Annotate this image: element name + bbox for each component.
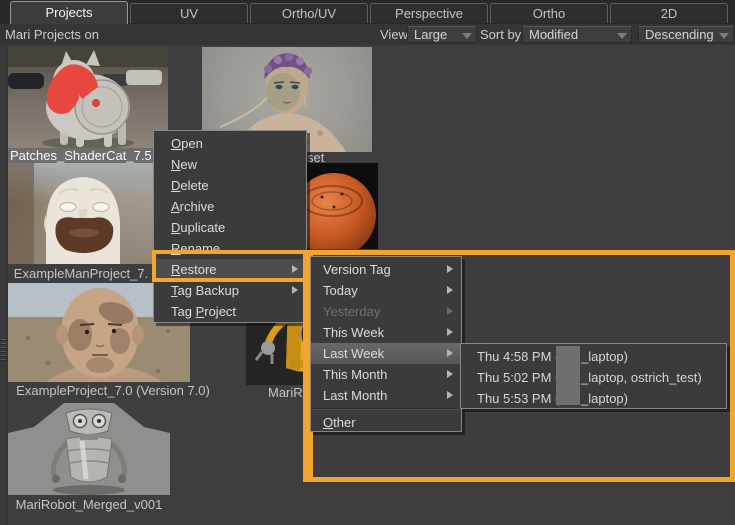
- menu-item-new[interactable]: New: [154, 154, 306, 175]
- tab-perspective[interactable]: Perspective: [370, 3, 488, 23]
- project-context-menu: Open New Delete Archive Duplicate Rename…: [153, 130, 307, 323]
- mari-projects-window: Projects UV Ortho/UV Perspective Ortho 2…: [0, 0, 735, 525]
- chevron-down-icon: [719, 33, 729, 39]
- submenu-arrow-icon: [447, 265, 453, 273]
- sort-by-label: Sort by: [480, 27, 521, 42]
- submenu-arrow-icon: [447, 328, 453, 336]
- submenu-item-last-month[interactable]: Last Month: [311, 385, 461, 406]
- submenu-item-last-week[interactable]: Last Week: [311, 343, 461, 364]
- restore-submenu: Version Tag Today Yesterday This Week La…: [310, 256, 462, 432]
- submenu-arrow-icon: [447, 349, 453, 357]
- backup-item-2[interactable]: Thu 5:02 PM (a_laptop, ostrich_test): [461, 367, 726, 388]
- menu-item-delete[interactable]: Delete: [154, 175, 306, 196]
- project-thumbnail-exampleman[interactable]: [8, 163, 154, 264]
- project-thumbnail-marirobot-merged[interactable]: [8, 403, 170, 495]
- menu-item-tag-project[interactable]: Tag Project: [154, 301, 306, 322]
- tab-bar: Projects UV Ortho/UV Perspective Ortho 2…: [0, 0, 735, 25]
- project-label-exampleman: ExampleManProject_7.: [8, 266, 154, 281]
- submenu-arrow-icon: [447, 370, 453, 378]
- sort-by-select[interactable]: Modified: [522, 26, 632, 43]
- silver-robot-illustration: [8, 403, 170, 495]
- menu-item-tag-backup[interactable]: Tag Backup: [154, 280, 306, 301]
- chevron-down-icon: [617, 33, 627, 39]
- submenu-arrow-icon: [447, 307, 453, 315]
- submenu-arrow-icon: [447, 391, 453, 399]
- menu-item-archive[interactable]: Archive: [154, 196, 306, 217]
- project-thumbnail-shadercat[interactable]: [8, 47, 168, 149]
- submenu-item-other[interactable]: Other: [311, 412, 461, 433]
- submenu-item-today[interactable]: Today: [311, 280, 461, 301]
- submenu-item-yesterday[interactable]: Yesterday: [311, 301, 461, 322]
- view-label: View: [380, 27, 408, 42]
- redaction-box: [556, 346, 580, 405]
- sort-order-select[interactable]: Descending: [638, 26, 734, 43]
- submenu-item-this-week[interactable]: This Week: [311, 322, 461, 343]
- menu-item-duplicate[interactable]: Duplicate: [154, 217, 306, 238]
- menu-item-open[interactable]: Open: [154, 133, 306, 154]
- backup-item-3[interactable]: Thu 5:53 PM (a_laptop): [461, 388, 726, 409]
- menu-separator: [312, 408, 460, 410]
- projects-toolbar: Mari Projects on View Large Sort by Modi…: [0, 24, 735, 45]
- tab-ortho[interactable]: Ortho: [490, 3, 608, 23]
- panel-splitter[interactable]: [0, 45, 8, 525]
- tab-2d[interactable]: 2D: [610, 3, 728, 23]
- chevron-down-icon: [462, 33, 472, 39]
- shadercat-illustration: [8, 47, 168, 149]
- submenu-item-version-tag[interactable]: Version Tag: [311, 259, 461, 280]
- view-mode-select[interactable]: Large: [407, 26, 477, 43]
- project-label-marirobot-merged: MariRobot_Merged_v001: [8, 497, 170, 512]
- annotation-rectangle-restore: [152, 250, 313, 282]
- page-title: Mari Projects on: [5, 27, 99, 42]
- exampleman-illustration: [8, 163, 154, 264]
- submenu-arrow-icon: [447, 286, 453, 294]
- splitter-grip-icon: [1, 339, 6, 363]
- project-label-exampleproject: ExampleProject_7.0 (Version 7.0): [8, 383, 218, 398]
- project-label-shadercat: Patches_ShaderCat_7.5: [8, 148, 170, 163]
- tab-projects[interactable]: Projects: [10, 1, 128, 24]
- submenu-arrow-icon: [292, 286, 298, 294]
- last-week-backups-flyout: Thu 4:58 PM (a_laptop) Thu 5:02 PM (a_la…: [460, 343, 727, 409]
- tab-ortho-uv[interactable]: Ortho/UV: [250, 3, 368, 23]
- submenu-item-this-month[interactable]: This Month: [311, 364, 461, 385]
- backup-item-1[interactable]: Thu 4:58 PM (a_laptop): [461, 346, 726, 367]
- tab-uv[interactable]: UV: [130, 3, 248, 23]
